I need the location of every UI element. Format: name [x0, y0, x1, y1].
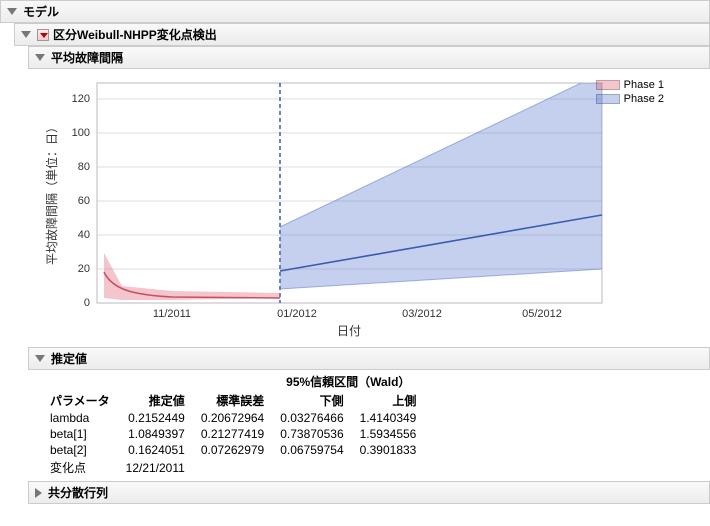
svg-text:01/2012: 01/2012 — [277, 308, 317, 320]
col-stderr: 標準誤差 — [193, 391, 272, 410]
estimates-table: 95%信頼区間（Wald） パラメータ 推定値 標準誤差 下側 上側 lambd… — [42, 372, 424, 477]
estimates-table-wrap: 95%信頼区間（Wald） パラメータ 推定値 標準誤差 下側 上側 lambd… — [42, 372, 710, 477]
chevron-down-icon[interactable] — [7, 8, 17, 15]
svg-text:80: 80 — [78, 161, 90, 173]
changepoint-label: 変化点 — [42, 458, 118, 477]
red-menu-icon[interactable] — [37, 29, 49, 41]
chevron-down-icon[interactable] — [35, 355, 45, 362]
legend-phase1: Phase 1 — [596, 79, 664, 91]
table-row-changepoint: 変化点 12/21/2011 — [42, 458, 424, 477]
chart-legend: Phase 1 Phase 2 — [596, 79, 664, 107]
legend-phase1-label: Phase 1 — [624, 79, 664, 91]
mtbf-chart: 0 20 40 60 80 100 120 11/2011 01/2012 03… — [42, 73, 672, 343]
table-row: lambda 0.2152449 0.20672964 0.03276466 1… — [42, 410, 424, 426]
panel-model-title: モデル — [23, 3, 59, 20]
panel-weibull[interactable]: 区分Weibull-NHPP変化点検出 — [14, 23, 710, 46]
col-upper: 上側 — [352, 391, 425, 410]
svg-text:0: 0 — [84, 297, 90, 309]
chevron-down-icon[interactable] — [35, 54, 45, 61]
panel-mtbf[interactable]: 平均故障間隔 — [28, 46, 710, 69]
chart-svg: 0 20 40 60 80 100 120 11/2011 01/2012 03… — [42, 73, 672, 343]
panel-estimates-title: 推定値 — [51, 350, 87, 367]
swatch-phase1 — [596, 80, 620, 90]
panel-covariance-title: 共分散行列 — [48, 484, 108, 501]
svg-text:日付: 日付 — [337, 324, 361, 338]
table-row: beta[2] 0.1624051 0.07262979 0.06759754 … — [42, 442, 424, 458]
svg-text:40: 40 — [78, 229, 90, 241]
svg-text:20: 20 — [78, 263, 90, 275]
svg-text:05/2012: 05/2012 — [522, 308, 562, 320]
col-estimate: 推定値 — [118, 391, 193, 410]
svg-text:11/2011: 11/2011 — [153, 308, 191, 320]
svg-text:60: 60 — [78, 195, 90, 207]
swatch-phase2 — [596, 94, 620, 104]
col-param: パラメータ — [42, 391, 118, 410]
panel-weibull-title: 区分Weibull-NHPP変化点検出 — [53, 26, 217, 43]
svg-text:03/2012: 03/2012 — [402, 308, 442, 320]
panel-estimates[interactable]: 推定値 — [28, 347, 710, 370]
svg-text:100: 100 — [72, 127, 90, 139]
legend-phase2-label: Phase 2 — [624, 93, 664, 105]
changepoint-value: 12/21/2011 — [118, 458, 193, 477]
table-row: beta[1] 1.0849397 0.21277419 0.73870536 … — [42, 426, 424, 442]
panel-model[interactable]: モデル — [0, 0, 710, 23]
col-ci-group: 95%信頼区間（Wald） — [272, 372, 424, 391]
chevron-down-icon[interactable] — [21, 31, 31, 38]
panel-covariance[interactable]: 共分散行列 — [28, 481, 710, 504]
panel-mtbf-title: 平均故障間隔 — [51, 49, 123, 66]
col-lower: 下側 — [272, 391, 351, 410]
svg-text:平均故障間隔（単位：日）: 平均故障間隔（単位：日） — [44, 121, 59, 265]
svg-text:120: 120 — [72, 93, 90, 105]
legend-phase2: Phase 2 — [596, 93, 664, 105]
chevron-right-icon[interactable] — [35, 488, 42, 498]
